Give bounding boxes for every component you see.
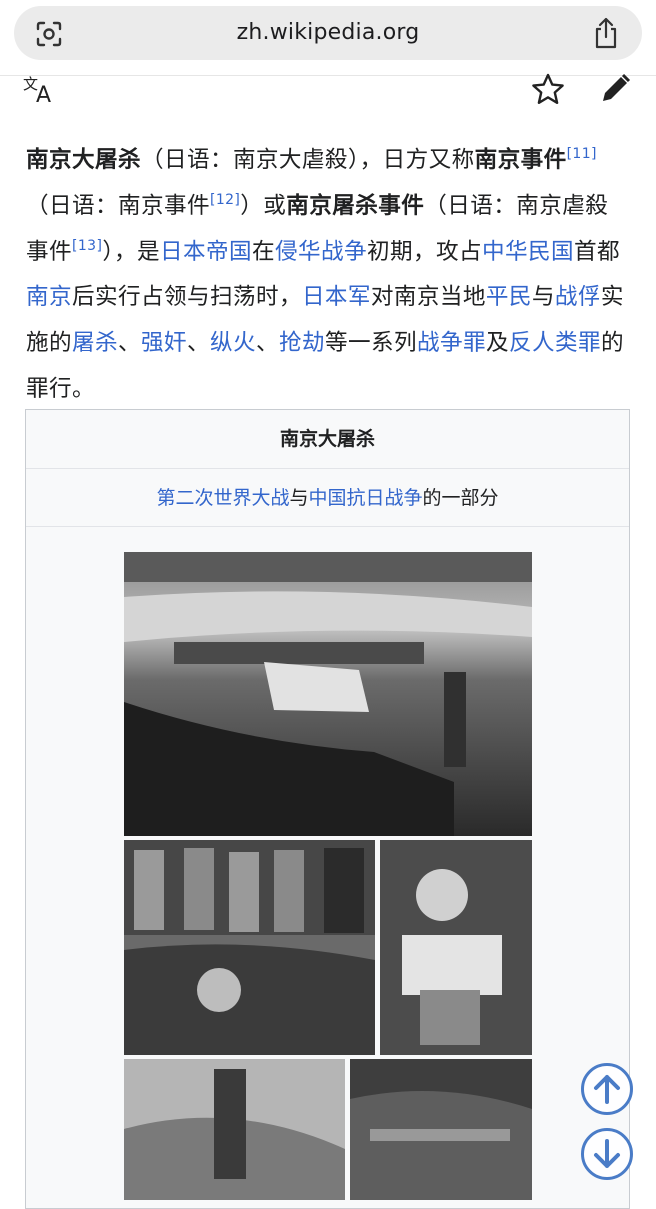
link-prisoners-of-war[interactable]: 战俘 [555,284,601,310]
text: ）或 [240,192,287,219]
link-crimes-against-humanity[interactable]: 反人类罪 [509,330,601,356]
scroll-up-button[interactable] [581,1063,633,1115]
link-arson[interactable]: 纵火 [210,330,256,356]
photo-soldier[interactable] [124,1059,345,1200]
infobox-title: 南京大屠杀 [279,428,375,450]
text: 与 [289,487,309,509]
link-civilians[interactable]: 平民 [486,284,532,310]
alt-name-2: 南京屠杀事件 [286,192,425,219]
citation-11[interactable]: [11] [567,146,597,162]
text: （日语：南京事件 [26,192,210,219]
text: ），是 [102,238,161,265]
text: 及 [485,330,509,357]
text: （日语： [424,192,517,219]
text: 对 [370,284,394,311]
arrow-down-circle-icon [584,1131,630,1177]
alt-name-cont: 件 [543,147,567,173]
link-rape[interactable]: 强奸 [141,330,187,356]
link-nanjing[interactable]: 南京 [26,284,72,310]
infobox-divider [26,468,629,469]
link-looting[interactable]: 抢劫 [279,330,325,356]
text: 南京当地 [393,284,486,311]
infobox-subtitle: 第二次世界大战与中国抗日战争的一部分 [26,470,629,526]
text: 、 [187,330,210,357]
arrow-up-circle-icon [584,1066,630,1112]
article-subject: 南京大屠杀 [26,147,141,173]
text: 占 [458,238,482,265]
text: 、 [256,330,279,357]
text: 在 [252,238,276,265]
text: 的一部分 [422,487,499,509]
page-tools: 文 A [0,70,656,110]
link-second-sino-japanese-war[interactable]: 中国抗日战争 [309,487,423,509]
text: （日语：南京大虐殺），日方又称 [140,147,475,173]
infobox-divider [26,526,629,527]
language-icon[interactable]: 文 A [22,72,60,108]
link-massacre[interactable]: 屠杀 [72,330,118,356]
star-icon[interactable] [530,72,566,106]
text: 等一系列 [325,330,417,357]
lead-paragraph: 南京大屠杀（日语：南京大虐殺），日方又称南京事件[11] （日语：南京事件[12]… [26,138,624,413]
text: 初期，攻 [367,238,459,265]
alt-name: 南京事 [474,147,544,173]
photo-riverbank[interactable] [124,552,532,836]
svg-text:A: A [36,83,51,104]
link-world-war-ii[interactable]: 第二次世界大战 [156,487,289,509]
pencil-icon[interactable] [598,72,632,106]
photo-child[interactable] [380,840,532,1055]
scroll-down-button[interactable] [581,1128,633,1180]
link-war-crime[interactable]: 战争罪 [417,330,486,356]
text: 、 [118,330,141,357]
url-text: zh.wikipedia.org [236,20,420,45]
citation-13[interactable]: [13] [72,238,102,254]
link-japanese-army[interactable]: 日本军 [302,284,371,310]
link-republic-of-china[interactable]: 中华民国 [482,239,574,265]
text: 首都 [573,238,620,265]
share-icon[interactable] [592,17,620,49]
text: 与 [531,284,555,311]
address-bar[interactable]: zh.wikipedia.org [14,6,642,60]
photo-burial[interactable] [124,840,375,1055]
text: 后实行占领与扫荡时， [72,284,302,311]
link-japanese-empire[interactable]: 日本帝国 [160,239,252,265]
browser-toolbar: zh.wikipedia.org [0,0,656,72]
photo-victims[interactable] [350,1059,532,1200]
citation-12[interactable]: [12] [210,192,240,208]
link-sino-japanese-war[interactable]: 侵华战争 [275,239,367,265]
